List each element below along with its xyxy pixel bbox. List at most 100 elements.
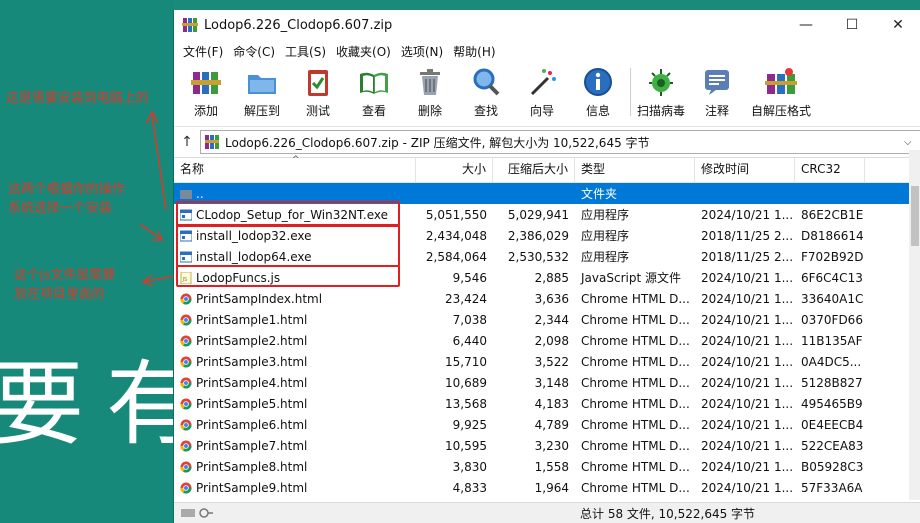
- column-size[interactable]: 大小: [416, 158, 493, 182]
- menu-options[interactable]: 选项(N): [396, 43, 448, 60]
- file-row[interactable]: PrintSample5.html 13,568 4,183 Chrome HTML …: [174, 393, 920, 414]
- menu-help[interactable]: 帮助(H): [448, 43, 500, 60]
- extract-label: 解压到: [243, 104, 280, 118]
- file-crc: 57F33A6A: [801, 480, 863, 495]
- vertical-scrollbar[interactable]: [909, 150, 920, 500]
- find-button[interactable]: 查找: [462, 62, 510, 119]
- file-packed-size: 4,789: [534, 417, 569, 432]
- file-size: 2,584,064: [425, 249, 487, 264]
- file-packed-size: 2,098: [534, 333, 569, 348]
- file-row[interactable]: PrintSample1.html 7,038 2,344 Chrome HTML D…: [174, 309, 920, 330]
- file-type: 文件夹: [581, 187, 618, 201]
- virus-scan-icon: [649, 69, 673, 96]
- file-name: PrintSample7.html: [196, 438, 308, 453]
- chrome-html-icon: [180, 398, 192, 409]
- file-name: ..: [196, 186, 204, 201]
- delete-button[interactable]: 删除: [406, 62, 454, 119]
- info-button[interactable]: 信息: [574, 62, 622, 119]
- highlight-box-install-lodop: [176, 224, 400, 267]
- column-modified[interactable]: 修改时间: [695, 158, 795, 182]
- column-type[interactable]: 类型: [575, 158, 695, 182]
- file-modified: 2018/11/25 2...: [701, 249, 794, 264]
- add-button[interactable]: 添加: [182, 62, 230, 119]
- file-type: Chrome HTML D...: [581, 480, 690, 495]
- chrome-html-icon: [180, 314, 192, 325]
- menu-favorites[interactable]: 收藏夹(O): [331, 43, 396, 60]
- file-modified: 2024/10/21 1...: [701, 417, 794, 432]
- file-name: PrintSample6.html: [196, 417, 308, 432]
- file-row[interactable]: PrintSample9.html 4,833 1,964 Chrome HTML D…: [174, 477, 920, 498]
- menu-command[interactable]: 命令(C): [228, 43, 280, 60]
- file-name-cell: ..: [174, 187, 416, 201]
- file-crc: 495465B9: [801, 396, 863, 411]
- file-modified: 2024/10/21 1...: [701, 438, 794, 453]
- file-crc: 0370FD66: [801, 312, 863, 327]
- file-row[interactable]: PrintSample4.html 10,689 3,148 Chrome HTML …: [174, 372, 920, 393]
- file-crc: B05928C3: [801, 459, 864, 474]
- file-type: Chrome HTML D...: [581, 291, 690, 306]
- info-label: 信息: [585, 104, 610, 118]
- minimize-button[interactable]: —: [783, 10, 829, 40]
- books-add-icon: [191, 72, 221, 94]
- file-packed-size: 4,183: [534, 396, 569, 411]
- file-list-header: ^ 名称 大小 压缩后大小 类型 修改时间 CRC32: [174, 155, 920, 183]
- archive-path-field[interactable]: Lodop6.226_Clodop6.607.zip - ZIP 压缩文件, 解…: [200, 130, 920, 154]
- column-packed[interactable]: 压缩后大小: [493, 158, 575, 182]
- window-title: Lodop6.226_Clodop6.607.zip: [204, 17, 393, 33]
- file-row[interactable]: PrintSample2.html 6,440 2,098 Chrome HTML D…: [174, 330, 920, 351]
- file-name: PrintSample1.html: [196, 312, 308, 327]
- highlight-box-lodopfuncs: [176, 265, 400, 287]
- file-type: Chrome HTML D...: [581, 375, 690, 390]
- file-crc: 11B135AF: [801, 333, 863, 348]
- trash-icon: [420, 69, 440, 95]
- virus-scan-button[interactable]: 扫描病毒: [637, 62, 685, 119]
- file-modified: 2024/10/21 1...: [701, 207, 794, 222]
- close-button[interactable]: ✕: [875, 10, 920, 40]
- annotation-arrow-2: [139, 223, 164, 241]
- file-packed-size: 3,636: [534, 291, 569, 306]
- book-view-icon: [360, 72, 388, 94]
- file-row[interactable]: PrintSample7.html 10,595 3,230 Chrome HTML …: [174, 435, 920, 456]
- sfx-button[interactable]: 自解压格式: [749, 62, 813, 119]
- scrollbar-thumb[interactable]: [911, 186, 919, 246]
- extract-button[interactable]: 解压到: [238, 62, 286, 119]
- file-packed-size: 5,029,941: [507, 207, 569, 222]
- view-button[interactable]: 查看: [350, 62, 398, 119]
- toolbar-separator: [630, 68, 631, 116]
- chrome-html-icon: [180, 440, 192, 451]
- file-name: PrintSample9.html: [196, 480, 308, 495]
- file-row[interactable]: PrintSample6.html 9,925 4,789 Chrome HTML D…: [174, 414, 920, 435]
- file-modified: 2024/10/21 1...: [701, 291, 794, 306]
- wizard-button[interactable]: 向导: [518, 62, 566, 119]
- comment-button[interactable]: 注释: [693, 62, 741, 119]
- zip-archive-icon: [205, 135, 219, 149]
- up-arrow-icon[interactable]: ↑: [174, 134, 200, 150]
- file-name: PrintSample2.html: [196, 333, 308, 348]
- file-packed-size: 1,964: [534, 480, 569, 495]
- file-size: 7,038: [452, 312, 487, 327]
- status-summary: 总计 58 文件, 10,522,645 字节: [580, 506, 756, 521]
- chevron-down-icon[interactable]: ⌵: [904, 137, 920, 148]
- annotation-choose-os: 这两个根据你的操作 系统选择一个安装: [8, 182, 126, 216]
- test-button[interactable]: 测试: [294, 62, 342, 119]
- file-name: PrintSampIndex.html: [196, 291, 323, 306]
- file-size: 5,051,550: [425, 207, 487, 222]
- file-row[interactable]: PrintSample8.html 3,830 1,558 Chrome HTML D…: [174, 456, 920, 477]
- file-crc: F702B92D: [801, 249, 864, 264]
- column-crc[interactable]: CRC32: [795, 158, 865, 182]
- maximize-button[interactable]: ☐: [829, 10, 875, 40]
- file-modified: 2024/10/21 1...: [701, 396, 794, 411]
- toolbar: 添加 解压到 测试 查看 删除 查找 向导 信息 扫描病毒 注释 自解压格式: [174, 62, 920, 127]
- title-bar[interactable]: Lodop6.226_Clodop6.607.zip — ☐ ✕: [174, 10, 920, 40]
- file-packed-size: 3,230: [534, 438, 569, 453]
- file-crc: 86E2CB1E: [801, 207, 864, 222]
- file-row[interactable]: PrintSampIndex.html 23,424 3,636 Chrome HTM…: [174, 288, 920, 309]
- file-row[interactable]: PrintSample3.html 15,710 3,522 Chrome HTML …: [174, 351, 920, 372]
- file-size: 10,689: [445, 375, 487, 390]
- file-modified: 2024/10/21 1...: [701, 354, 794, 369]
- menu-file[interactable]: 文件(F): [178, 43, 228, 60]
- file-modified: 2018/11/25 2...: [701, 228, 794, 243]
- annotation-install: 这是需要安装到电脑上的: [6, 91, 150, 106]
- file-size: 2,434,048: [425, 228, 487, 243]
- menu-tools[interactable]: 工具(S): [280, 43, 331, 60]
